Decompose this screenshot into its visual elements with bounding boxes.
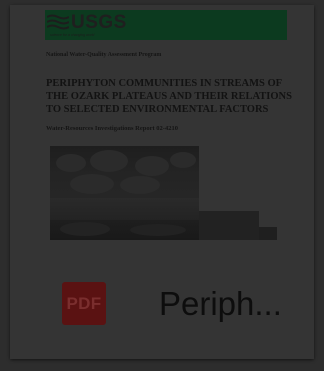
document-thumbnail: USGS science for a changing world Nation…: [10, 5, 314, 359]
document-title: PERIPHYTON COMMUNITIES IN STREAMS OF THE…: [46, 78, 292, 115]
program-name: National Water-Quality Assessment Progra…: [46, 52, 162, 58]
usgs-wordmark: USGS: [71, 12, 127, 33]
pdf-label: PDF: [66, 293, 102, 313]
usgs-tagline: science for a changing world: [50, 33, 95, 37]
pdf-file-icon: PDF: [62, 282, 106, 325]
cover-photo-extension: [199, 211, 259, 240]
usgs-logo: USGS science for a changing world: [47, 12, 129, 37]
usgs-header-bar: USGS science for a changing world: [45, 10, 287, 40]
file-preview-card[interactable]: USGS science for a changing world Nation…: [10, 5, 314, 359]
cover-photo-extension-small: [259, 227, 277, 240]
report-number: Water-Resources Investigations Report 02…: [46, 125, 178, 132]
cover-photo: [50, 146, 199, 240]
file-name: Periph...: [159, 285, 282, 322]
